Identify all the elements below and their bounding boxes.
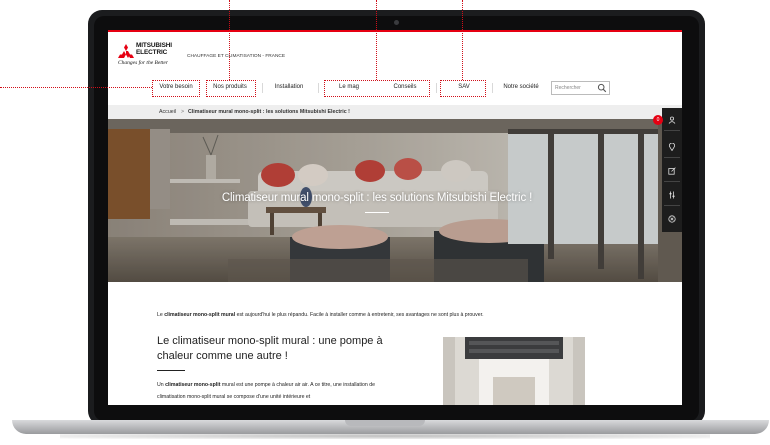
laptop-notch	[345, 420, 425, 426]
breadcrumb-separator: >	[181, 109, 185, 115]
callout-box-nos-produits	[206, 80, 256, 97]
search-icon[interactable]	[597, 83, 607, 93]
nav-divider	[262, 83, 263, 93]
nav-divider	[436, 83, 437, 93]
content-image	[443, 337, 585, 405]
close-circle-icon[interactable]	[668, 215, 676, 223]
breadcrumb-home[interactable]: Accueil	[159, 105, 176, 119]
callout-line-left	[0, 87, 152, 88]
site-subtitle: CHAUFFAGE ET CLIMATISATION - FRANCE	[187, 54, 286, 59]
callout-box-sav	[440, 80, 486, 97]
webcam	[394, 20, 399, 25]
rail-divider	[664, 205, 680, 206]
hero-banner: Climatiseur mural mono-split : les solut…	[108, 119, 682, 282]
brand-line-2: ELECTRIC	[136, 48, 168, 56]
brand-top-line	[108, 30, 682, 32]
callout-line-nos-produits	[229, 0, 230, 80]
rail-divider	[664, 157, 680, 158]
callout-line-sav	[462, 0, 463, 80]
body-paragraph: Un climatiseur mono-split mural est une …	[157, 379, 397, 403]
intro-text-bold: climatiseur mono-split mural	[164, 312, 236, 318]
search-placeholder: Rechercher	[555, 85, 581, 91]
user-icon[interactable]	[668, 116, 676, 124]
edit-icon[interactable]	[668, 167, 676, 175]
rail-divider	[664, 181, 680, 182]
settings-sliders-icon[interactable]	[668, 191, 676, 199]
heading-underline	[157, 370, 185, 371]
notification-badge: 0	[653, 115, 663, 125]
p1-text-bold: climatiseur mono-split	[165, 382, 221, 388]
nav-divider	[492, 83, 493, 93]
location-pin-icon[interactable]	[668, 143, 676, 151]
brand-logo[interactable]: MITSUBISHI ELECTRIC Changes for the Bett…	[118, 42, 180, 72]
callout-box-le-mag-conseils	[324, 80, 430, 97]
breadcrumb: Accueil > Climatiseur mural mono-split :…	[108, 105, 682, 119]
callout-line-le-mag	[376, 0, 377, 80]
hero-underline	[365, 212, 389, 213]
search-field[interactable]: Rechercher	[551, 81, 610, 95]
three-diamonds-icon	[118, 44, 134, 58]
brand-tagline: Changes for the Better	[118, 60, 168, 66]
section-heading: Le climatiseur mono-split mural : une po…	[157, 335, 383, 362]
interior-photo	[443, 337, 585, 405]
intro-paragraph: Le climatiseur mono-split mural est aujo…	[157, 312, 484, 318]
rail-divider	[664, 130, 680, 131]
callout-box-votre-besoin	[152, 80, 200, 97]
nav-divider	[318, 83, 319, 93]
breadcrumb-current: Climatiseur mural mono-split : les solut…	[188, 109, 350, 115]
nav-item-notre-societe[interactable]: Notre société	[498, 78, 544, 97]
hero-title: Climatiseur mural mono-split : les solut…	[221, 192, 533, 204]
nav-item-installation[interactable]: Installation	[266, 78, 312, 97]
brand-wordmark: MITSUBISHI ELECTRIC	[136, 42, 172, 56]
p1-text-pre: Un	[157, 382, 166, 388]
intro-text-post: est aujourd'hui le plus répandu. Facile …	[235, 312, 484, 318]
